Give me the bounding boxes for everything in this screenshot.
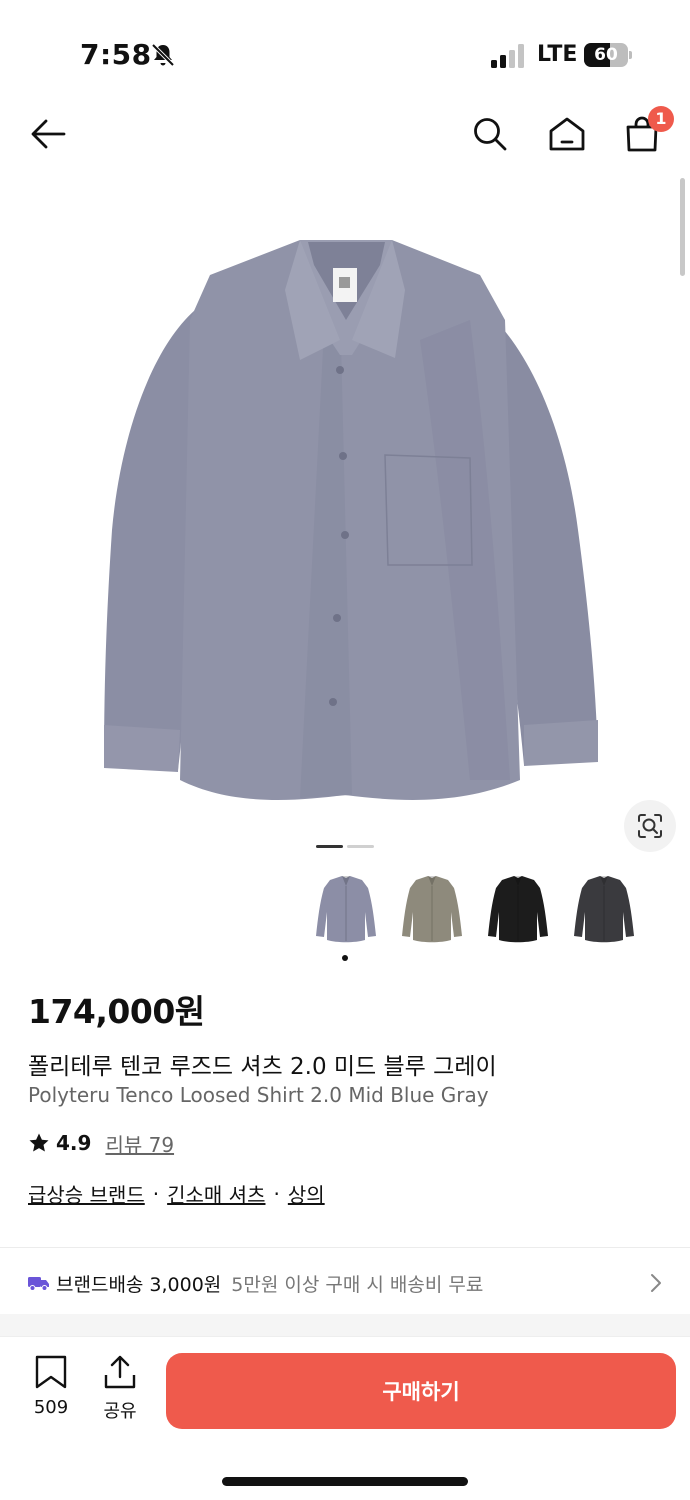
- reviews-link[interactable]: 리뷰 79: [105, 1129, 174, 1158]
- bookmark-button[interactable]: 509: [21, 1355, 81, 1418]
- share-button[interactable]: 공유: [90, 1355, 150, 1423]
- section-separator: [0, 1314, 690, 1336]
- category-separator: ·: [273, 1181, 280, 1206]
- cart-badge: 1: [648, 106, 674, 132]
- gallery-pager: [316, 845, 376, 849]
- selected-color-indicator: [342, 955, 348, 961]
- status-time: 7:58: [80, 38, 152, 71]
- bookmark-count: 509: [33, 1397, 69, 1418]
- star-icon: [29, 1133, 49, 1152]
- category-separator: ·: [152, 1181, 160, 1206]
- back-button[interactable]: [26, 112, 70, 156]
- home-button[interactable]: [545, 112, 589, 156]
- battery-level: 60: [594, 45, 618, 65]
- bottom-action-bar: 509 공유 구매하기: [0, 1336, 690, 1500]
- product-name-ko: 폴리테루 텐코 루즈드 셔츠 2.0 미드 블루 그레이: [28, 1054, 497, 1080]
- home-indicator: [222, 1477, 468, 1486]
- delivery-info-row[interactable]: 브랜드배송 3,000원 5만원 이상 구매 시 배송비 무료: [0, 1252, 690, 1314]
- share-icon: [104, 1355, 136, 1389]
- delivery-note: 5만원 이상 구매 시 배송비 무료: [231, 1273, 484, 1296]
- category-link[interactable]: 긴소매 셔츠: [167, 1179, 265, 1208]
- product-image[interactable]: [0, 180, 690, 870]
- top-nav: 1: [0, 100, 690, 170]
- color-thumbnail[interactable]: [568, 872, 640, 948]
- rating-row: 4.9 리뷰 79: [28, 1128, 174, 1158]
- image-search-icon: [638, 814, 662, 838]
- signal-icon: [491, 44, 524, 68]
- category-link[interactable]: 상의: [288, 1179, 325, 1208]
- image-search-button[interactable]: [624, 800, 676, 852]
- pager-dot: [316, 845, 343, 848]
- buy-button[interactable]: 구매하기: [166, 1353, 676, 1429]
- arrow-left-icon: [31, 119, 66, 149]
- truck-icon: [28, 1277, 49, 1291]
- color-thumbnail[interactable]: [310, 872, 382, 948]
- category-breadcrumb: 급상승 브랜드 · 긴소매 셔츠 · 상의: [28, 1179, 325, 1208]
- bell-off-icon: [151, 43, 175, 67]
- share-label: 공유: [103, 1401, 137, 1422]
- bookmark-icon: [35, 1355, 67, 1389]
- delivery-fee: 3,000원: [149, 1273, 222, 1296]
- color-thumbnail[interactable]: [396, 872, 468, 948]
- color-thumbnail[interactable]: [482, 872, 554, 948]
- delivery-label: 브랜드배송: [56, 1273, 144, 1296]
- divider: [0, 1247, 690, 1248]
- carrier-label: LTE: [537, 42, 578, 67]
- search-button[interactable]: [468, 112, 512, 156]
- category-link[interactable]: 급상승 브랜드: [28, 1179, 145, 1208]
- color-options: [310, 872, 650, 952]
- chevron-right-icon: [651, 1274, 661, 1292]
- product-price: 174,000원: [28, 992, 205, 1031]
- status-bar: 7:58 LTE 60: [0, 0, 690, 100]
- rating-score: 4.9: [56, 1131, 92, 1155]
- search-icon: [474, 118, 507, 151]
- pager-dot: [347, 845, 374, 848]
- product-name-en: Polyteru Tenco Loosed Shirt 2.0 Mid Blue…: [28, 1083, 489, 1107]
- home-icon: [549, 117, 585, 151]
- battery-icon: 60: [584, 43, 632, 67]
- cart-button[interactable]: 1: [620, 106, 674, 156]
